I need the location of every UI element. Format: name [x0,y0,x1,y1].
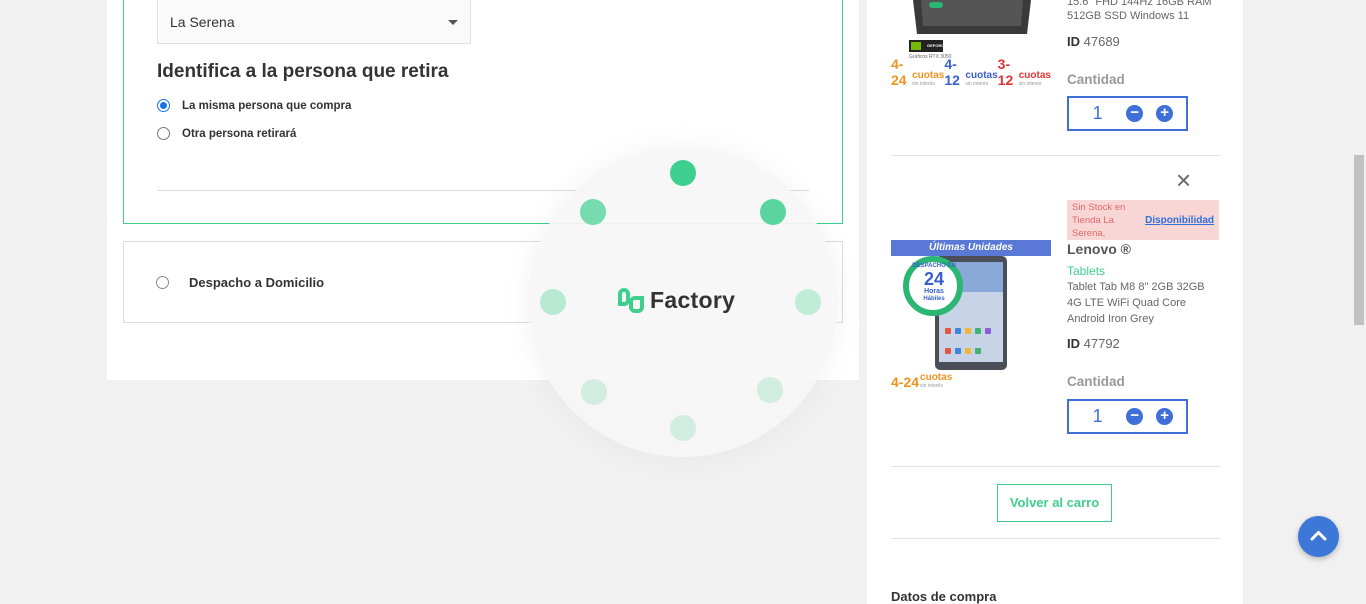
id-label: ID [1067,34,1080,49]
minus-icon[interactable]: − [1126,408,1144,425]
inst-word: cuotas [965,70,998,81]
id-value: 47689 [1083,34,1120,49]
option-same-person[interactable]: La misma persona que compra [157,99,351,112]
divider [891,155,1220,156]
despacho-unit: Horas [924,288,944,295]
item1-qty-value[interactable]: 1 [1069,103,1126,124]
spinner-dot [581,379,607,405]
section-title: Identifica a la persona que retira [157,61,449,82]
inst-word: cuotas [1018,70,1051,81]
item1-desc-line2: 512GB SSD Windows 11 [1067,10,1190,22]
inst-sub: sin interés [965,81,989,87]
inst-number: 4-24 [891,56,907,88]
option-other-person[interactable]: Otra persona retirará [157,127,296,140]
item2-qty-label: Cantidad [1067,374,1125,389]
inst-number: 4-12 [944,56,960,88]
plus-icon[interactable]: + [1156,105,1173,122]
spinner-dot [670,160,696,186]
spinner-dot [580,199,606,225]
remove-item-icon[interactable]: × [1176,167,1191,193]
spinner-dot [540,289,566,315]
spinner-dot [670,415,696,441]
radio-home-delivery[interactable] [156,276,169,289]
pc-factory-logo: Factory [618,287,735,314]
radio-other-person[interactable] [157,127,170,140]
spinner-dot [795,289,821,315]
divider [891,538,1220,539]
loading-spinner: Factory [528,147,838,457]
purchase-data-title: Datos de compra [891,589,997,604]
inst-sub: sin interés [912,81,935,87]
chevron-down-icon [448,20,458,25]
inst-number: 3-12 [997,56,1014,88]
item2-qty-value[interactable]: 1 [1069,406,1126,427]
despacho-number: 24 [923,269,945,289]
item2-category[interactable]: Tablets [1067,264,1105,278]
store-select-value: La Serena [170,14,235,30]
chevron-up-icon [1310,531,1327,541]
logo-mark-icon [618,287,646,314]
item2-id: ID 47792 [1067,336,1120,351]
plus-icon[interactable]: + [1156,408,1173,425]
store-select[interactable]: La Serena [157,0,471,44]
installments-strip-1: 4-24 cuotas sin interés 4-12 cuotas sin inte… [891,56,1051,88]
inst-word: cuotas [912,70,945,81]
stock-warning-text: Sin Stock en Tienda La Serena, [1072,202,1126,239]
logo-text: Factory [650,287,736,313]
divider [891,466,1220,467]
inst-number: 4-24 [891,374,920,390]
stock-warning: Sin Stock en Tienda La Serena, Disponibi… [1067,200,1219,240]
installments-strip-2: 4-24 cuotas sin interés [891,372,953,391]
scroll-to-top-button[interactable] [1298,516,1339,557]
inst-word: cuotas [920,372,953,383]
home-delivery-label: Despacho a Domicilio [189,275,325,290]
item1-quantity-stepper[interactable]: 1 − + [1067,96,1188,131]
spinner-dot [757,377,783,403]
item2-desc-line1: Tablet Tab M8 8" 2GB 32GB [1067,281,1205,293]
spinner-dot [760,199,786,225]
scrollbar-thumb[interactable] [1354,155,1364,325]
inst-sub: sin interés [920,383,943,389]
availability-link[interactable]: Disponibilidad [1145,215,1214,226]
option-home-delivery[interactable]: Despacho a Domicilio [156,275,324,290]
id-value: 47792 [1083,336,1120,351]
radio-same-person[interactable] [157,99,170,112]
item2-quantity-stepper[interactable]: 1 − + [1067,399,1188,434]
gpu-badge-text: GEFORCE RTX [927,43,956,48]
product-image-tablet[interactable] [891,256,1051,376]
minus-icon[interactable]: − [1126,105,1144,122]
page-scrollbar[interactable] [1351,0,1366,604]
item2-brand: Lenovo ® [1067,241,1131,257]
last-units-badge: Últimas Unidades [891,240,1051,256]
item2-desc-line2: 4G LTE WiFi Quad Core [1067,297,1186,309]
id-label: ID [1067,336,1080,351]
despacho-word: Hábiles [923,296,945,302]
back-to-cart-button[interactable]: Volver al carro [997,484,1112,522]
item1-id: ID 47689 [1067,34,1120,49]
item1-qty-label: Cantidad [1067,72,1125,87]
option-other-person-label: Otra persona retirará [182,127,297,140]
item2-desc-line3: Android Iron Grey [1067,313,1154,325]
option-same-person-label: La misma persona que compra [182,99,352,112]
inst-sub: sin interés [1018,81,1042,87]
